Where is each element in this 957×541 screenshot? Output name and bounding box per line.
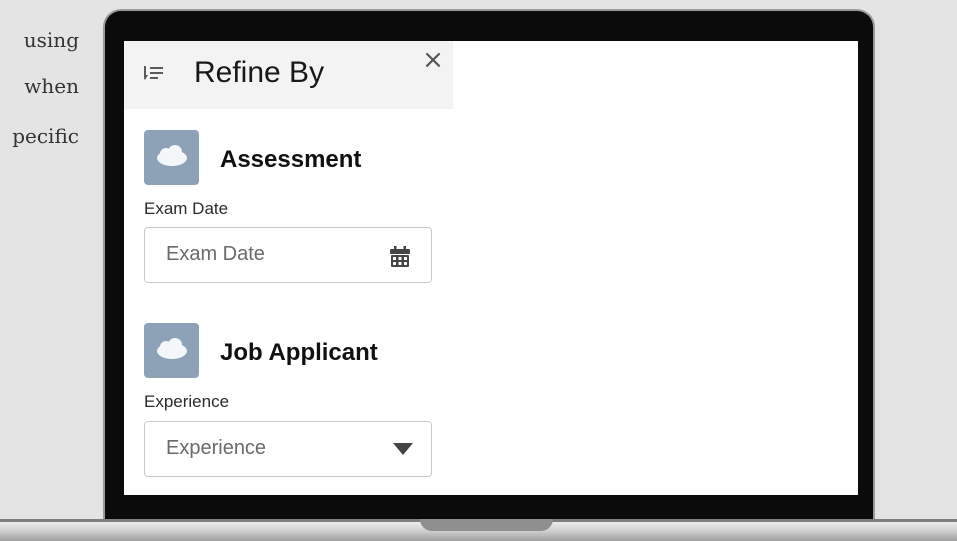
section-title-assessment: Assessment <box>220 146 362 173</box>
section-title-job-applicant: Job Applicant <box>220 339 378 366</box>
experience-select[interactable]: Experience <box>144 421 432 477</box>
panel-title: Refine By <box>194 56 325 89</box>
caret-down-icon <box>393 443 413 455</box>
cloud-icon <box>157 338 187 359</box>
field-label-experience: Experience <box>144 392 230 411</box>
cloud-icon <box>157 145 187 166</box>
calendar-icon[interactable] <box>390 246 410 268</box>
job-applicant-object-icon <box>144 323 199 378</box>
exam-date-input[interactable]: Exam Date <box>144 227 432 283</box>
background-text-line-1: using <box>23 28 79 52</box>
experience-placeholder: Experience <box>166 437 267 459</box>
field-label-exam-date: Exam Date <box>144 199 229 218</box>
close-icon: × <box>422 45 444 75</box>
background-text-line-3: pecific <box>12 124 79 148</box>
refine-by-panel: Refine By × Assessment Exam Date Exam Da… <box>124 41 453 495</box>
exam-date-placeholder: Exam Date <box>166 243 265 265</box>
close-button[interactable]: × <box>422 47 444 73</box>
laptop-notch <box>420 519 553 531</box>
panel-header: Refine By × <box>124 41 453 109</box>
background-text-line-2: when <box>24 74 79 98</box>
assessment-object-icon <box>144 130 199 185</box>
filter-sort-icon <box>144 66 163 80</box>
laptop-screen: Refine By × Assessment Exam Date Exam Da… <box>124 41 858 495</box>
